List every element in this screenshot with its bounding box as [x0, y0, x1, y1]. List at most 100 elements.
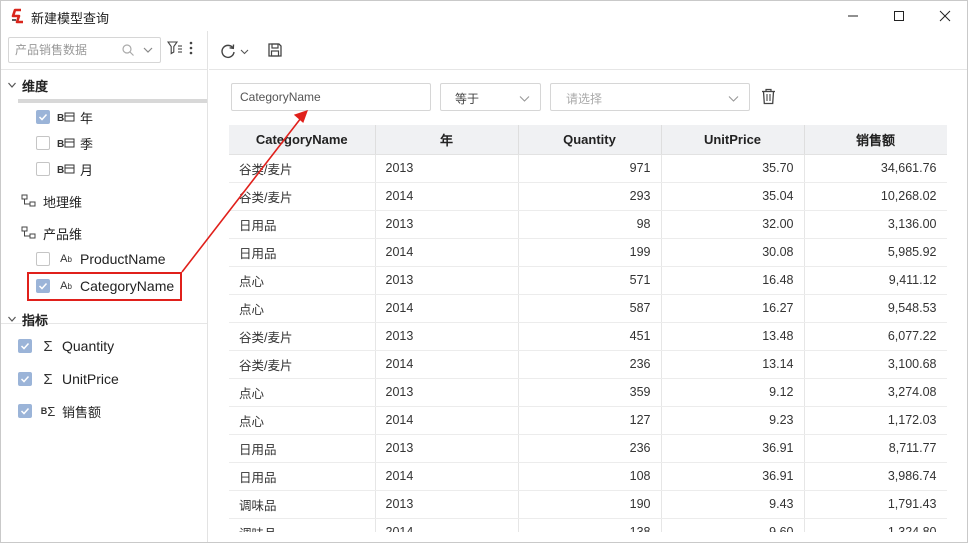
table-cell: 199 — [518, 238, 662, 267]
tree-item-sales[interactable]: BΣ 销售额 — [18, 399, 101, 423]
table-cell: 9.43 — [661, 490, 805, 519]
svg-text:B: B — [57, 113, 64, 123]
tree-item-unitprice[interactable]: Σ UnitPrice — [18, 367, 119, 391]
table-row[interactable]: 谷类/麦片 2014 293 35.04 10,268.02 — [229, 182, 947, 211]
chevron-down-icon[interactable] — [7, 80, 17, 90]
tree-item-label: 地理维 — [43, 194, 83, 210]
trash-icon[interactable] — [761, 88, 776, 105]
table-row[interactable]: 日用品 2014 108 36.91 3,986.74 — [229, 462, 947, 491]
toolbar-divider — [209, 69, 967, 70]
table-cell: 9,411.12 — [804, 266, 947, 295]
table-cell: 日用品 — [229, 462, 376, 491]
column-header[interactable]: Quantity — [518, 125, 662, 155]
table-row[interactable]: 日用品 2013 98 32.00 3,136.00 — [229, 210, 947, 239]
tree-item-label: 年 — [80, 110, 94, 126]
filter-value-placeholder: 请选择 — [566, 92, 603, 106]
sum-measure-icon: Σ — [43, 337, 53, 355]
highlight-box — [27, 272, 182, 301]
search-icon[interactable] — [121, 43, 135, 57]
minimize-button[interactable] — [830, 1, 876, 31]
field-panel: 维度 B 年 B 季 B — [1, 31, 208, 542]
table-row[interactable]: 谷类/麦片 2013 971 35.70 34,661.76 — [229, 154, 947, 183]
save-icon[interactable] — [267, 42, 283, 58]
table-row[interactable]: 点心 2013 359 9.12 3,274.08 — [229, 378, 947, 407]
table-cell: 1,324.80 — [804, 518, 947, 532]
table-cell: 2013 — [375, 434, 519, 463]
table-cell: 谷类/麦片 — [229, 182, 376, 211]
filter-value-select[interactable]: 请选择 — [550, 83, 750, 111]
panel-divider — [1, 69, 207, 70]
chevron-down-icon[interactable] — [240, 47, 249, 56]
hierarchy-icon — [21, 194, 36, 207]
checkbox[interactable] — [36, 110, 50, 124]
table-cell: 8,711.77 — [804, 434, 947, 463]
table-row[interactable]: 点心 2014 127 9.23 1,172.03 — [229, 406, 947, 435]
column-header[interactable]: CategoryName — [229, 125, 376, 155]
table-cell: 30.08 — [661, 238, 805, 267]
table-cell: 13.48 — [661, 322, 805, 351]
table-cell: 日用品 — [229, 238, 376, 267]
maximize-icon — [894, 11, 904, 21]
table-cell: 98 — [518, 210, 662, 239]
column-header[interactable]: 销售额 — [804, 125, 947, 155]
table-row[interactable]: 谷类/麦片 2013 451 13.48 6,077.22 — [229, 322, 947, 351]
table-row[interactable]: 点心 2014 587 16.27 9,548.53 — [229, 294, 947, 323]
table-row[interactable]: 调味品 2013 190 9.43 1,791.43 — [229, 490, 947, 519]
table-cell: 16.48 — [661, 266, 805, 295]
table-row[interactable]: 谷类/麦片 2014 236 13.14 3,100.68 — [229, 350, 947, 379]
close-button[interactable] — [922, 1, 968, 31]
filter-icon[interactable] — [167, 40, 183, 56]
table-cell: 34,661.76 — [804, 154, 947, 183]
refresh-icon[interactable] — [219, 42, 237, 60]
table-cell: 2013 — [375, 378, 519, 407]
chevron-down-icon[interactable] — [7, 314, 17, 324]
chevron-down-icon[interactable] — [142, 44, 154, 56]
table-row[interactable]: 调味品20141389.601,324.80 — [229, 518, 947, 532]
group-dimensions[interactable]: 维度 — [1, 73, 48, 97]
checkbox[interactable] — [36, 136, 50, 150]
table-cell: 190 — [518, 490, 662, 519]
tree-item-quantity[interactable]: Σ Quantity — [18, 334, 114, 358]
svg-text:B: B — [57, 139, 64, 149]
table-cell: 2014 — [375, 294, 519, 323]
dataset-search-input[interactable] — [15, 42, 115, 58]
chevron-down-icon — [519, 96, 530, 102]
tree-item-year[interactable]: B 年 — [36, 105, 93, 129]
table-cell: 2013 — [375, 490, 519, 519]
table-cell: 2013 — [375, 210, 519, 239]
table-cell: 1,791.43 — [804, 490, 947, 519]
table-row[interactable]: 点心 2013 571 16.48 9,411.12 — [229, 266, 947, 295]
table-cell: 587 — [518, 294, 662, 323]
filter-field-input[interactable]: CategoryName — [231, 83, 431, 111]
tree-item-month[interactable]: B 月 — [36, 157, 93, 181]
table-row[interactable]: 日用品 2014 199 30.08 5,985.92 — [229, 238, 947, 267]
table-cell: 3,274.08 — [804, 378, 947, 407]
tree-item-geography[interactable]: 地理维 — [21, 189, 82, 213]
more-options-icon[interactable] — [187, 40, 195, 56]
column-header[interactable]: 年 — [375, 125, 519, 155]
column-header[interactable]: UnitPrice — [661, 125, 805, 155]
date-dimension-icon: B — [57, 164, 75, 175]
checkbox[interactable] — [18, 339, 32, 353]
group-measures[interactable]: 指标 — [1, 307, 48, 331]
table-cell: 点心 — [229, 406, 376, 435]
checkbox[interactable] — [36, 252, 50, 266]
table-cell: 2014 — [375, 350, 519, 379]
tree-item-label: UnitPrice — [62, 371, 119, 387]
table-cell: 2014 — [375, 518, 519, 532]
tree-item-quarter[interactable]: B 季 — [36, 131, 93, 155]
checkbox[interactable] — [36, 162, 50, 176]
checkbox[interactable] — [18, 372, 32, 386]
table-cell: 2013 — [375, 154, 519, 183]
table-cell: 571 — [518, 266, 662, 295]
tree-item-product[interactable]: 产品维 — [21, 221, 82, 245]
table-row[interactable]: 日用品 2013 236 36.91 8,711.77 — [229, 434, 947, 463]
close-icon — [939, 10, 951, 22]
checkbox[interactable] — [18, 404, 32, 418]
table-cell: 3,986.74 — [804, 462, 947, 491]
dataset-search[interactable] — [8, 37, 161, 63]
filter-operator-select[interactable]: 等于 — [440, 83, 541, 111]
group-label: 指标 — [22, 312, 49, 328]
tree-item-productname[interactable]: Ab ProductName — [36, 247, 166, 271]
maximize-button[interactable] — [876, 1, 922, 31]
